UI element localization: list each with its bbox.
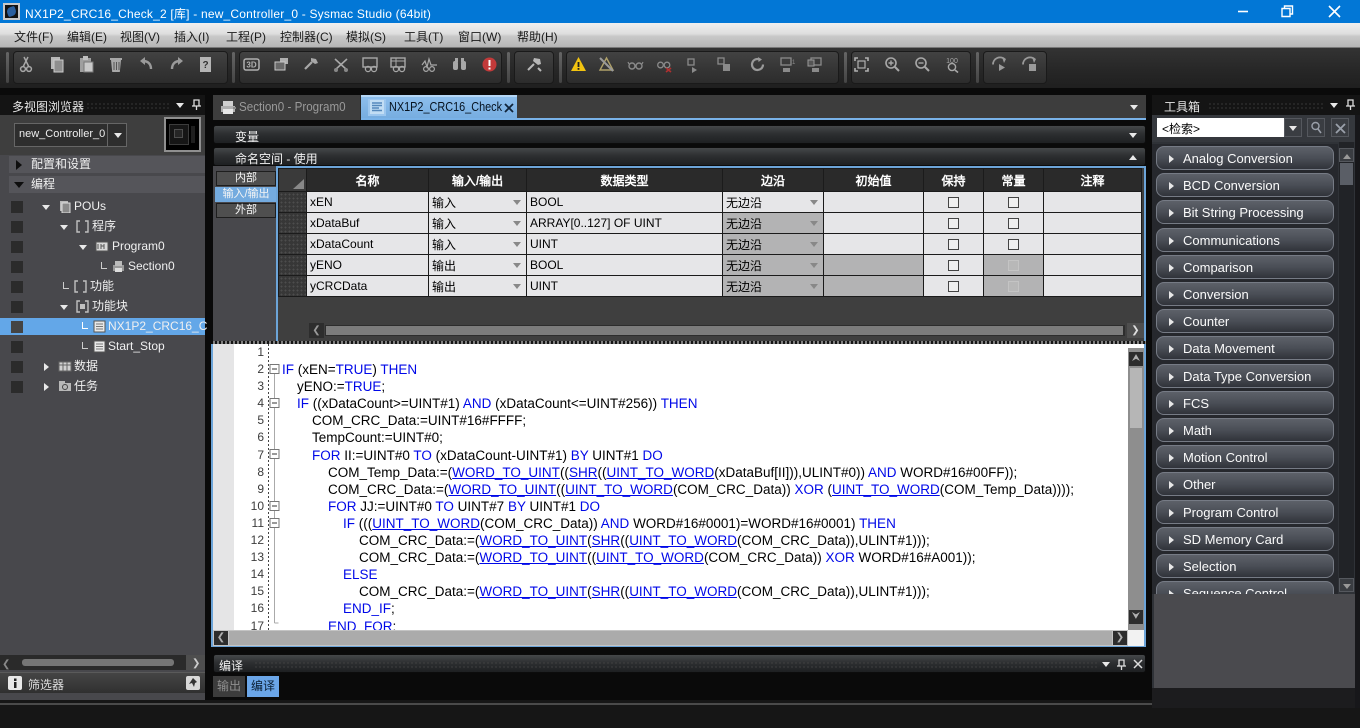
svg-text:?: ?	[202, 60, 208, 71]
svg-text:3D: 3D	[246, 61, 256, 70]
svg-text:1: 1	[792, 60, 796, 66]
